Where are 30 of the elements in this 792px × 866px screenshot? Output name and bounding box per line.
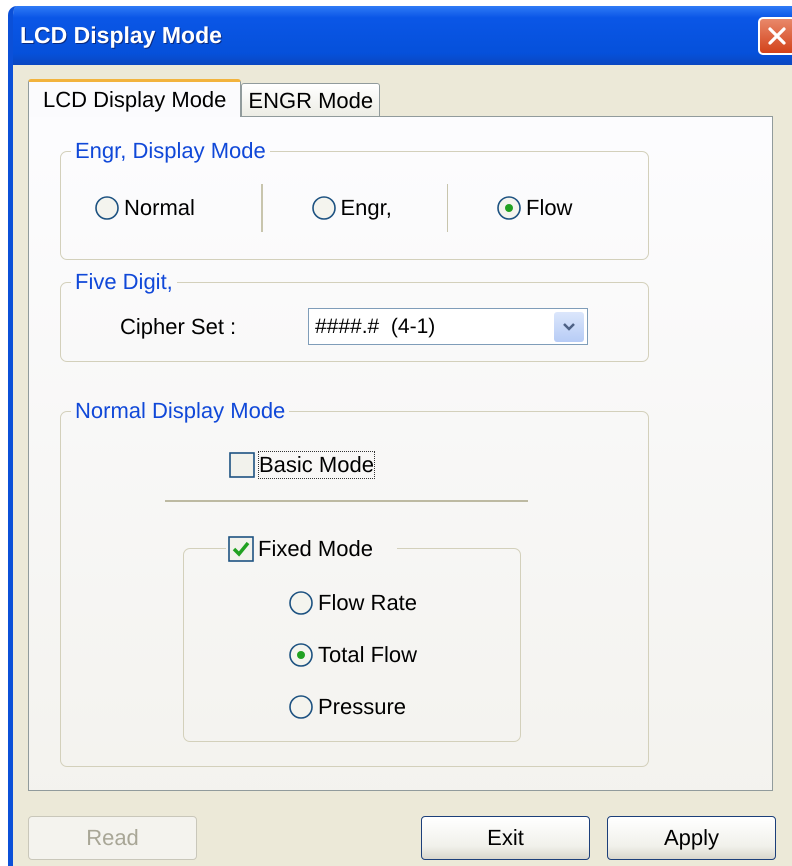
- radio-option[interactable]: Total Flow: [288, 640, 418, 670]
- group-title: Normal Display Mode: [74, 398, 286, 424]
- radio-option[interactable]: Normal: [61, 195, 261, 221]
- radio-button[interactable]: [288, 642, 314, 668]
- group-title: Five Digit,: [74, 269, 174, 295]
- tab[interactable]: LCD Display Mode: [28, 79, 242, 117]
- checkbox-option[interactable]: Fixed Mode: [228, 536, 373, 562]
- radio-button[interactable]: [310, 195, 336, 221]
- checkbox-option[interactable]: Basic Mode: [229, 452, 374, 478]
- radio-button[interactable]: [496, 195, 522, 221]
- chevron-icon: [562, 322, 576, 332]
- dropdown-button[interactable]: [554, 312, 584, 342]
- radio-button[interactable]: [288, 694, 314, 720]
- radio-option[interactable]: Flow: [448, 195, 632, 221]
- radio-option[interactable]: Engr,: [262, 195, 446, 221]
- field-label: Cipher Set :: [120, 314, 238, 340]
- dialog-button[interactable]: Apply: [607, 816, 776, 860]
- dropdown-field[interactable]: ####.# (4-1): [308, 308, 588, 345]
- radio-button[interactable]: [94, 195, 120, 221]
- checkbox[interactable]: [228, 536, 254, 562]
- radio-option[interactable]: Flow Rate: [288, 588, 418, 618]
- window-title: LCD Display Mode: [20, 22, 222, 49]
- dialog-button[interactable]: Exit: [421, 816, 590, 860]
- group-title: Engr, Display Mode: [74, 138, 267, 164]
- close-icon: [767, 26, 787, 46]
- checkbox[interactable]: [229, 452, 255, 478]
- tab[interactable]: ENGR Mode: [241, 83, 380, 116]
- close-button[interactable]: [758, 16, 792, 54]
- radio-button[interactable]: [288, 590, 314, 616]
- radio-option[interactable]: Pressure: [288, 692, 406, 722]
